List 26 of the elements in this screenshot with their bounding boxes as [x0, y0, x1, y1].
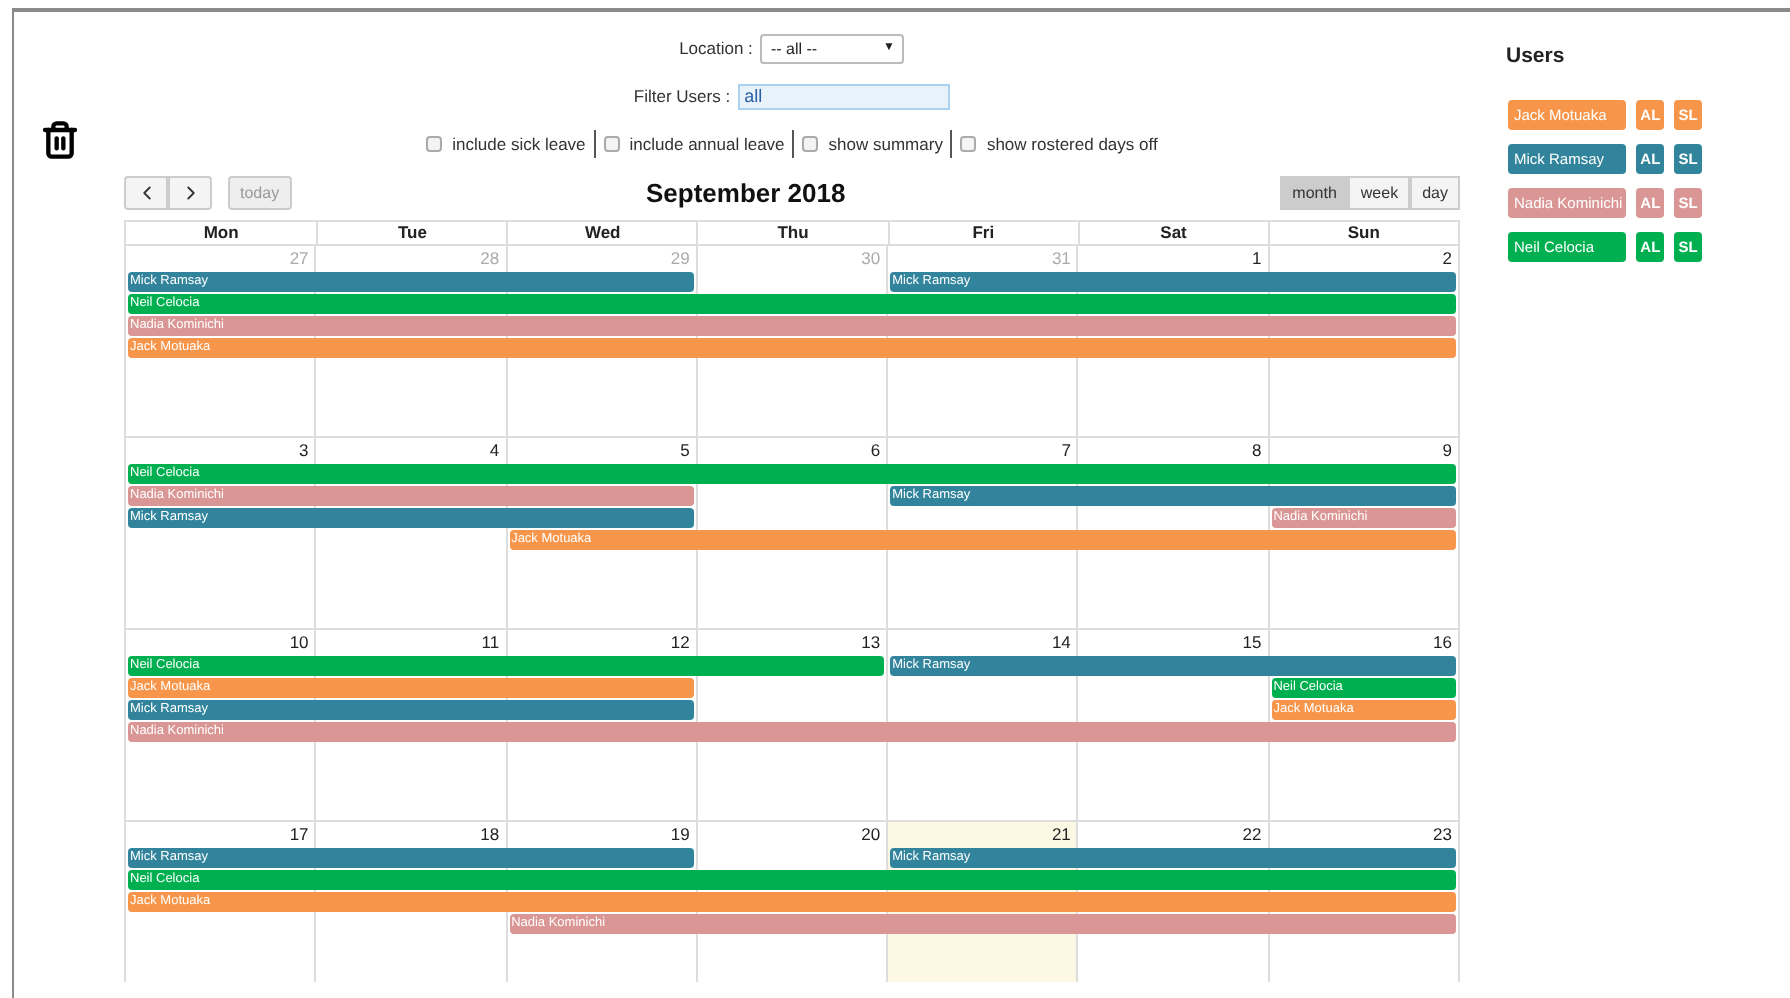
weekday-label: Thu	[696, 222, 888, 244]
month-title: September 2018	[644, 177, 848, 207]
checkbox[interactable]	[603, 136, 620, 152]
checkbox-label: include annual leave	[629, 134, 785, 154]
weekday-label: Tue	[316, 222, 507, 244]
view-tab[interactable]: day	[1410, 175, 1460, 209]
checkbox-label: show summary	[828, 134, 943, 154]
previous-button[interactable]	[124, 175, 168, 209]
checkbox-label: include sick leave	[452, 134, 586, 154]
checkbox-label: show rostered days off	[986, 134, 1158, 154]
weekday-label: Sun	[1267, 222, 1458, 244]
filter-users-label: Filter Users :	[633, 86, 731, 106]
view-tab[interactable]: week	[1348, 175, 1411, 209]
weekday-label: Sat	[1077, 222, 1268, 244]
weekday-label: Wed	[506, 222, 697, 244]
location-label: Location :	[679, 38, 753, 58]
next-button[interactable]	[168, 175, 212, 209]
weekday-label: Mon	[201, 222, 241, 244]
users-title: Users	[1504, 42, 1567, 72]
view-tab[interactable]: month	[1280, 175, 1349, 209]
filter-users-field[interactable]: all	[738, 83, 951, 109]
checkbox[interactable]	[426, 136, 443, 152]
trash-icon[interactable]	[40, 120, 80, 160]
checkbox[interactable]	[802, 136, 819, 152]
checkbox[interactable]	[960, 136, 977, 152]
weekday-label: Fri	[887, 222, 1078, 244]
